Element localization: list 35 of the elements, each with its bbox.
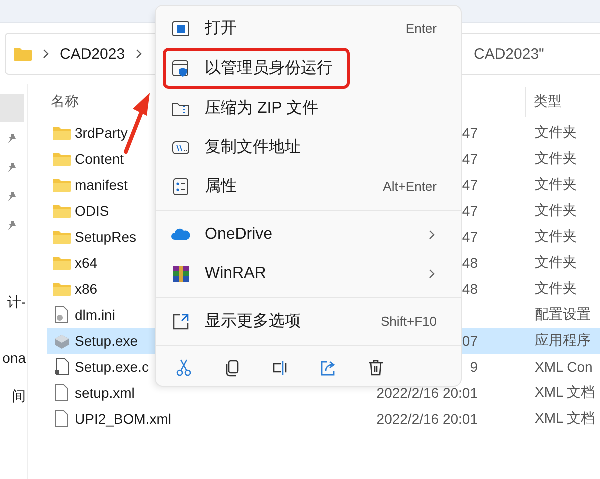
file-date: 48 <box>462 281 478 297</box>
file-type: XML 文档 <box>535 410 596 428</box>
file-name: setup.xml <box>75 385 135 401</box>
file-type: 文件夹 <box>535 280 577 298</box>
file-type: 文件夹 <box>535 176 577 194</box>
file-name: x86 <box>75 281 98 297</box>
file-date: 07 <box>462 333 478 349</box>
file-name: x64 <box>75 255 98 271</box>
file-type: 配置设置 <box>535 306 591 324</box>
file-date: 2022/2/16 20:01 <box>376 411 478 427</box>
file-type: XML Con <box>535 359 593 375</box>
file-type: 应用程序 <box>535 332 591 350</box>
file-type: 文件夹 <box>535 150 577 168</box>
file-name: ODIS <box>75 203 110 219</box>
file-date: 47 <box>462 125 478 141</box>
file-name: manifest <box>75 177 128 193</box>
file-type: 文件夹 <box>535 228 577 246</box>
file-name: SetupRes <box>75 229 136 245</box>
file-date: 47 <box>462 151 478 167</box>
file-name: Content <box>75 151 124 167</box>
file-type: XML 文档 <box>535 384 596 402</box>
file-type: 文件夹 <box>535 124 577 142</box>
file-date: 47 <box>462 177 478 193</box>
file-date: 48 <box>462 255 478 271</box>
file-type: 文件夹 <box>535 202 577 220</box>
file-name: 3rdParty <box>75 125 128 141</box>
file-name: Setup.exe <box>75 333 138 349</box>
file-name: Setup.exe.c <box>75 359 149 375</box>
file-name: dlm.ini <box>75 307 116 323</box>
file-date: 47 <box>462 203 478 219</box>
file-type: 文件夹 <box>535 254 577 272</box>
file-date: 47 <box>462 229 478 245</box>
file-date: 9 <box>470 359 478 375</box>
file-name: UPI2_BOM.xml <box>75 411 172 427</box>
file-date: 2022/2/16 20:01 <box>376 385 478 401</box>
